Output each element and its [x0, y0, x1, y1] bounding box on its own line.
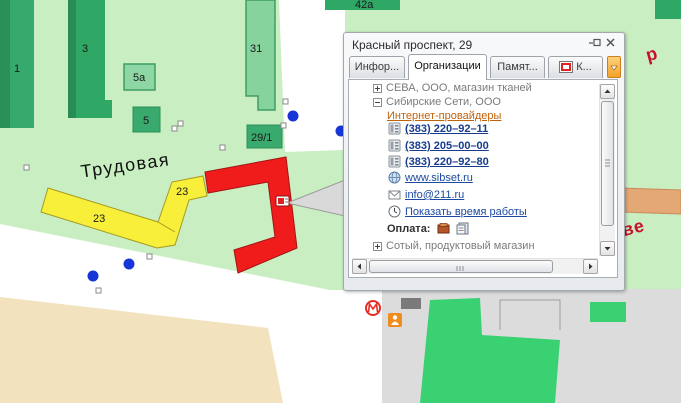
tab-bookmarks[interactable]: К... [548, 56, 603, 78]
horizontal-scroll-thumb[interactable] [369, 260, 553, 273]
close-icon[interactable] [604, 37, 617, 49]
building-label-42a: 42а [355, 0, 374, 11]
phone-icon [388, 139, 401, 152]
popup-title: Красный проспект, 29 [352, 38, 473, 52]
scroll-right-button[interactable] [583, 259, 598, 274]
building-marker-icon[interactable] [275, 195, 290, 207]
flag-icon [559, 61, 574, 74]
arrow-up-icon [604, 89, 611, 93]
building-1-strip [0, 0, 10, 128]
road-avenue-top [279, 0, 345, 152]
arrow-down-icon [604, 247, 611, 251]
grip-icon [605, 159, 610, 167]
website-link[interactable]: www.sibset.ru [405, 171, 473, 185]
restore-icon[interactable] [588, 37, 601, 49]
building-31[interactable] [245, 0, 276, 111]
bus-stop-icon[interactable] [123, 258, 135, 270]
scroll-left-button[interactable] [352, 259, 367, 274]
payment-label: Оплата: [387, 223, 431, 235]
phone-icon [388, 122, 401, 135]
tab-bookmarks-label: К... [576, 61, 592, 73]
arrow-left-icon [357, 263, 361, 270]
collapse-icon[interactable] [373, 98, 382, 107]
vertical-scrollbar[interactable] [599, 84, 615, 256]
expand-icon[interactable] [373, 84, 382, 93]
poi-person-icon[interactable] [388, 313, 402, 327]
organizations-panel: СЕВА, ООО, магазин тканей Сибирские Сети… [348, 79, 618, 278]
organizations-list[interactable]: СЕВА, ООО, магазин тканей Сибирские Сети… [349, 80, 598, 256]
expand-icon[interactable] [373, 242, 382, 251]
cash-icon [437, 223, 450, 234]
org-item-seva[interactable]: СЕВА, ООО, магазин тканей [386, 81, 532, 95]
bus-stop-icon[interactable] [87, 270, 99, 282]
metro-icon[interactable] [365, 300, 381, 316]
show-hours-link[interactable]: Показать время работы [405, 205, 527, 219]
building-label-5a: 5а [133, 72, 146, 84]
phone-link-1[interactable]: (383) 220–92–11 [405, 122, 488, 136]
globe-icon [388, 171, 401, 184]
horizontal-scrollbar[interactable] [352, 258, 598, 274]
phone-icon [388, 155, 401, 168]
phone-link-3[interactable]: (383) 220–92–80 [405, 155, 489, 169]
org-category-link[interactable]: Интернет-провайдеры [387, 109, 501, 123]
building-label-3: 3 [82, 43, 88, 55]
scroll-up-button[interactable] [600, 84, 615, 99]
org-item-sibirskie-seti[interactable]: Сибирские Сети, ООО [386, 95, 501, 109]
email-link[interactable]: info@211.ru [405, 188, 464, 202]
bus-stop-icon[interactable] [287, 110, 299, 122]
building-dark-gray [401, 298, 421, 309]
tab-organizations[interactable]: Организации [408, 54, 487, 80]
popup-menu-button[interactable] [607, 56, 621, 78]
building-top-right [655, 0, 681, 19]
building-label-23a: 23 [93, 213, 105, 225]
building-label-31: 31 [250, 43, 262, 55]
building-green-bright [590, 302, 626, 322]
chevron-down-icon [610, 65, 618, 71]
building-label-1: 1 [14, 63, 20, 75]
building-3-strip [68, 0, 76, 118]
info-popup-window[interactable]: Красный проспект, 29 Инфор... Организаци… [343, 32, 625, 291]
scroll-down-button[interactable] [600, 241, 615, 256]
email-icon [388, 190, 401, 200]
grip-icon [456, 266, 464, 271]
building-label-5: 5 [143, 115, 149, 127]
vertical-scroll-thumb[interactable] [601, 101, 614, 226]
phone-link-2[interactable]: (383) 205–00–00 [405, 139, 489, 153]
tan-road-band [621, 187, 681, 215]
tab-landmarks[interactable]: Памят... [490, 56, 545, 78]
building-label-23b: 23 [176, 186, 188, 198]
building-label-29-1: 29/1 [251, 132, 272, 144]
tab-info[interactable]: Инфор... [349, 56, 405, 78]
card-icon [456, 222, 469, 235]
org-item-sotyi[interactable]: Сотый, продуктовый магазин [386, 239, 535, 253]
clock-icon [388, 205, 401, 218]
arrow-right-icon [589, 263, 593, 270]
